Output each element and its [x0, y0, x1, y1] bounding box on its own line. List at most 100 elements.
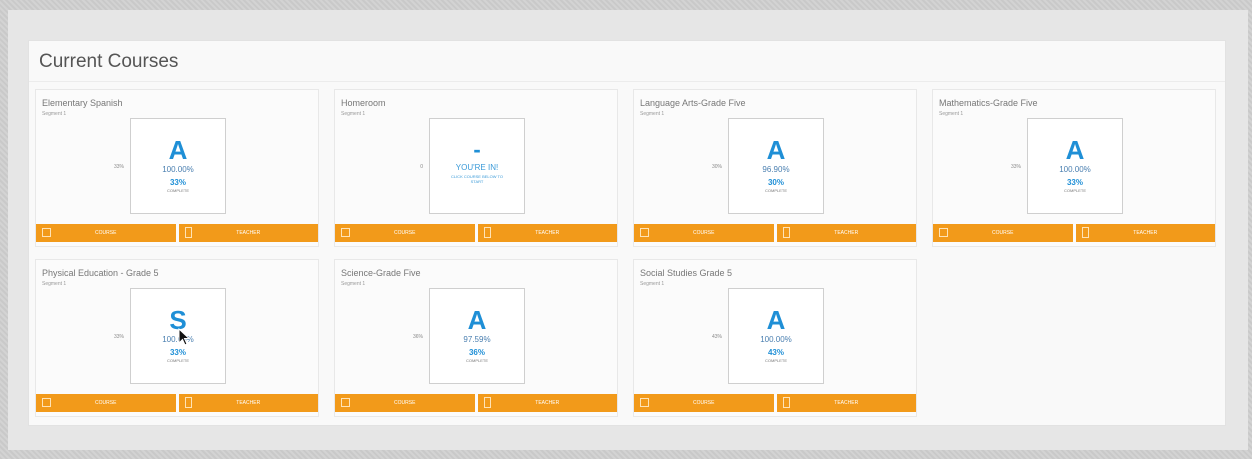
segment-label: Segment 1 — [640, 111, 665, 117]
card-actions: COURSE TEACHER — [933, 224, 1215, 242]
progress-percent: 33% — [113, 334, 124, 340]
grade-box[interactable]: A 100.00% 33% COMPLETE — [1027, 118, 1123, 214]
card-actions: COURSE TEACHER — [634, 394, 916, 412]
teacher-button-label: TEACHER — [535, 230, 560, 236]
enrollment-hint: CLICK COURSE BELOW TO START — [450, 174, 504, 184]
teacher-button-label: TEACHER — [236, 400, 261, 406]
complete-percent: 33% — [169, 178, 186, 187]
course-button[interactable]: COURSE — [335, 394, 475, 412]
teacher-button[interactable]: TEACHER — [477, 224, 617, 242]
course-button[interactable]: COURSE — [634, 224, 774, 242]
teacher-button[interactable]: TEACHER — [178, 394, 318, 412]
progress-percent: 33% — [113, 164, 124, 170]
gradebook-icon — [640, 398, 649, 407]
current-courses-panel: Current Courses Elementary Spanish Segme… — [28, 40, 1226, 426]
course-button[interactable]: COURSE — [36, 394, 176, 412]
grade-box[interactable]: A 96.90% 30% COMPLETE — [728, 118, 824, 214]
complete-label: COMPLETE — [465, 358, 488, 363]
phone-icon — [483, 397, 491, 408]
letter-grade: - — [473, 137, 481, 162]
segment-label: Segment 1 — [341, 281, 366, 287]
complete-percent: 30% — [767, 178, 784, 187]
course-button[interactable]: COURSE — [933, 224, 1073, 242]
gradebook-icon — [341, 228, 350, 237]
teacher-button[interactable]: TEACHER — [776, 394, 916, 412]
progress-percent: 36% — [412, 334, 423, 340]
teacher-button-label: TEACHER — [834, 230, 859, 236]
teacher-button[interactable]: TEACHER — [178, 224, 318, 242]
card-actions: COURSE TEACHER — [36, 224, 318, 242]
title-divider — [29, 81, 1225, 82]
complete-label: COMPLETE — [764, 358, 787, 363]
grade-score: 100.00% — [760, 335, 792, 344]
card-actions: COURSE TEACHER — [634, 224, 916, 242]
course-name[interactable]: Physical Education - Grade 5 — [42, 268, 159, 278]
progress-percent: 30% — [711, 164, 722, 170]
grade-box[interactable]: A 100.00% 43% COMPLETE — [728, 288, 824, 384]
gradebook-icon — [341, 398, 350, 407]
course-button-label: COURSE — [693, 400, 715, 406]
gradebook-icon — [939, 228, 948, 237]
course-button-label: COURSE — [394, 230, 416, 236]
grade-score: 100.00% — [1059, 165, 1091, 174]
phone-icon — [782, 397, 790, 408]
course-card: Homeroom Segment 1 0 - YOU'RE IN! CLICK … — [334, 89, 618, 247]
teacher-button[interactable]: TEACHER — [776, 224, 916, 242]
complete-percent: 33% — [1066, 178, 1083, 187]
course-card: Physical Education - Grade 5 Segment 1 3… — [35, 259, 319, 417]
letter-grade: A — [467, 305, 487, 335]
course-name[interactable]: Science-Grade Five — [341, 268, 421, 278]
phone-icon — [1081, 227, 1089, 238]
course-button-label: COURSE — [95, 230, 117, 236]
grade-box[interactable]: - YOU'RE IN! CLICK COURSE BELOW TO START — [429, 118, 525, 214]
course-button-label: COURSE — [394, 400, 416, 406]
complete-label: COMPLETE — [166, 188, 189, 193]
complete-percent: 36% — [468, 348, 485, 357]
page-title: Current Courses — [39, 51, 179, 72]
gradebook-icon — [640, 228, 649, 237]
complete-label: COMPLETE — [764, 188, 787, 193]
segment-label: Segment 1 — [42, 111, 67, 117]
course-name[interactable]: Elementary Spanish — [42, 98, 123, 108]
teacher-button-label: TEACHER — [535, 400, 560, 406]
grade-box[interactable]: A 100.00% 33% COMPLETE — [130, 118, 226, 214]
gradebook-icon — [42, 398, 51, 407]
progress-percent: 0 — [420, 164, 423, 170]
letter-grade: A — [168, 135, 188, 165]
complete-percent: 33% — [169, 348, 186, 357]
teacher-button-label: TEACHER — [236, 230, 261, 236]
progress-percent: 43% — [711, 334, 722, 340]
segment-label: Segment 1 — [640, 281, 665, 287]
course-button-label: COURSE — [992, 230, 1014, 236]
course-button[interactable]: COURSE — [335, 224, 475, 242]
letter-grade: A — [1065, 135, 1085, 165]
teacher-button-label: TEACHER — [834, 400, 859, 406]
course-name[interactable]: Social Studies Grade 5 — [640, 268, 732, 278]
card-actions: COURSE TEACHER — [335, 394, 617, 412]
segment-label: Segment 1 — [42, 281, 67, 287]
enrollment-status: YOU'RE IN! — [455, 163, 499, 172]
teacher-button[interactable]: TEACHER — [477, 394, 617, 412]
course-card: Science-Grade Five Segment 1 36% A 97.59… — [334, 259, 618, 417]
segment-label: Segment 1 — [341, 111, 366, 117]
course-card: Elementary Spanish Segment 1 33% A 100.0… — [35, 89, 319, 247]
course-name[interactable]: Homeroom — [341, 98, 386, 108]
grade-box[interactable]: A 97.59% 36% COMPLETE — [429, 288, 525, 384]
course-name[interactable]: Mathematics-Grade Five — [939, 98, 1038, 108]
phone-icon — [184, 397, 192, 408]
course-button[interactable]: COURSE — [36, 224, 176, 242]
segment-label: Segment 1 — [939, 111, 964, 117]
complete-percent: 43% — [767, 348, 784, 357]
teacher-button-label: TEACHER — [1133, 230, 1158, 236]
phone-icon — [184, 227, 192, 238]
course-name[interactable]: Language Arts-Grade Five — [640, 98, 746, 108]
card-actions: COURSE TEACHER — [335, 224, 617, 242]
teacher-button[interactable]: TEACHER — [1075, 224, 1215, 242]
course-button-label: COURSE — [95, 400, 117, 406]
course-card: Mathematics-Grade Five Segment 1 33% A 1… — [932, 89, 1216, 247]
course-button[interactable]: COURSE — [634, 394, 774, 412]
complete-label: COMPLETE — [166, 358, 189, 363]
grade-score: 96.90% — [762, 165, 790, 174]
card-actions: COURSE TEACHER — [36, 394, 318, 412]
course-card: Social Studies Grade 5 Segment 1 43% A 1… — [633, 259, 917, 417]
